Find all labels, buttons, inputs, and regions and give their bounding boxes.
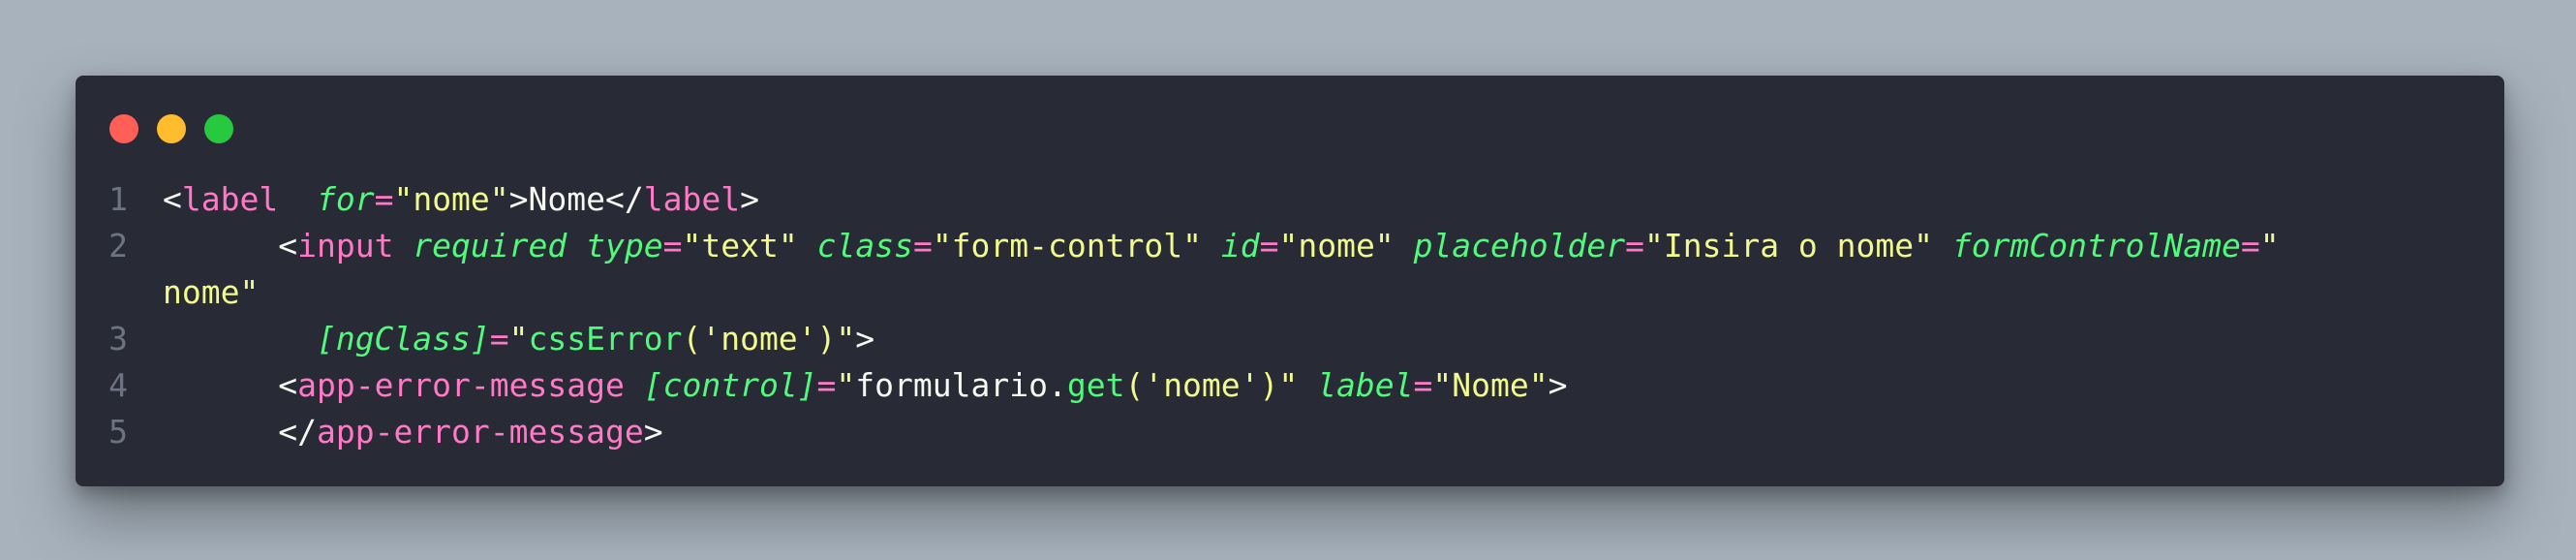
token-tag: label	[181, 180, 279, 218]
code-line-2: 2 <input required type="text" class="for…	[76, 223, 2504, 269]
code-block: 1 <label for="nome">Nome</label> 2 <inpu…	[76, 176, 2504, 455]
code-line-3: 3 [ngClass]="cssError('nome')">	[76, 316, 2504, 362]
code-line-content: <app-error-message [control]="formulario…	[163, 362, 2504, 409]
token-attr: for	[316, 180, 375, 218]
token-attr: [ngClass]	[316, 320, 490, 358]
maximize-window-icon[interactable]	[204, 114, 233, 143]
code-line-4: 4 <app-error-message [control]="formular…	[76, 362, 2504, 409]
code-line-2-wrap: nome"	[76, 269, 2504, 316]
code-line-content: </app-error-message>	[163, 409, 2504, 455]
token-tag: label	[643, 180, 741, 218]
window-controls	[109, 114, 233, 143]
token-string: "nome"	[1278, 227, 1395, 264]
token-attr: required	[413, 227, 567, 264]
token-attr: label	[1317, 366, 1414, 404]
code-line-1: 1 <label for="nome">Nome</label>	[76, 176, 2504, 223]
token-string: "text"	[682, 227, 798, 264]
token-attr: formControlName	[1951, 227, 2241, 264]
token-punct: >	[855, 320, 875, 358]
code-line-content: <input required type="text" class="form-…	[163, 223, 2504, 269]
token-text: formulario.	[855, 366, 1067, 404]
token-eq: =	[489, 320, 509, 358]
close-window-icon[interactable]	[109, 114, 138, 143]
token-string: ('nome')	[1124, 366, 1279, 404]
token-punct: </	[605, 180, 644, 218]
token-eq: =	[2240, 227, 2260, 264]
token-eq: =	[816, 366, 837, 404]
token-string: "	[508, 320, 529, 358]
token-tag: app-error-message	[316, 413, 644, 451]
token-attr: placeholder	[1413, 227, 1626, 264]
token-tag: app-error-message	[297, 366, 625, 404]
code-line-content: nome"	[163, 269, 2504, 316]
line-number: 2	[108, 227, 128, 264]
token-eq: =	[912, 227, 933, 264]
code-line-5: 5 </app-error-message>	[76, 409, 2504, 455]
code-line-content: <label for="nome">Nome</label>	[163, 176, 2504, 223]
token-function: get	[1066, 366, 1125, 404]
token-tag: input	[297, 227, 394, 264]
token-string: "	[836, 366, 856, 404]
line-number-blank	[76, 269, 163, 316]
line-number: 4	[108, 366, 128, 404]
token-string: "	[836, 320, 856, 358]
token-punct: </	[278, 413, 317, 451]
token-function: cssError	[528, 320, 683, 358]
token-attr: type	[586, 227, 663, 264]
token-punct: <	[163, 180, 182, 218]
token-eq: =	[1413, 366, 1433, 404]
token-punct: <	[278, 366, 298, 404]
token-eq: =	[1259, 227, 1279, 264]
token-string: nome"	[163, 273, 260, 311]
token-eq: =	[1625, 227, 1644, 264]
code-line-content: [ngClass]="cssError('nome')">	[163, 316, 2504, 362]
token-eq: =	[374, 180, 394, 218]
token-string: ('nome')	[682, 320, 837, 358]
token-string: "	[2259, 227, 2280, 264]
token-string: "nome"	[393, 180, 509, 218]
token-string: "form-control"	[932, 227, 1202, 264]
line-number: 5	[108, 413, 128, 451]
line-number: 1	[108, 180, 128, 218]
token-attr: class	[816, 227, 913, 264]
line-number: 3	[108, 320, 128, 358]
token-text: Nome	[528, 180, 606, 218]
token-attr: id	[1220, 227, 1260, 264]
token-punct: >	[740, 180, 759, 218]
token-punct: >	[643, 413, 663, 451]
token-punct: >	[1548, 366, 1568, 404]
token-string: "	[1278, 366, 1299, 404]
token-string: "Insira o nome"	[1643, 227, 1933, 264]
token-string: "Nome"	[1432, 366, 1549, 404]
token-punct: <	[278, 227, 298, 264]
token-eq: =	[662, 227, 683, 264]
token-attr: [control]	[643, 366, 817, 404]
code-window: 1 <label for="nome">Nome</label> 2 <inpu…	[76, 76, 2504, 486]
token-punct: >	[508, 180, 529, 218]
minimize-window-icon[interactable]	[157, 114, 186, 143]
